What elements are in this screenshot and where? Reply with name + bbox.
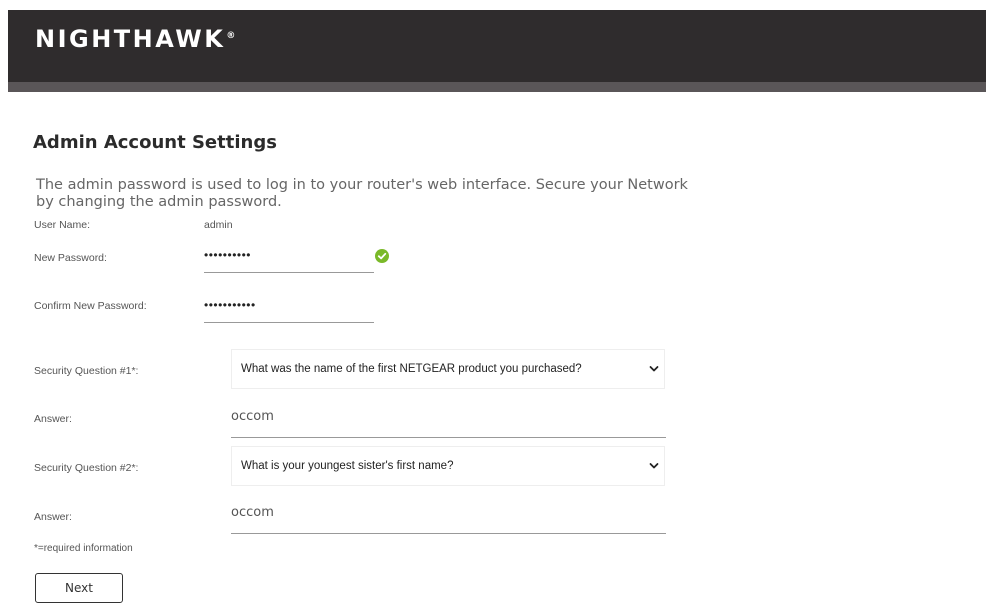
answer-1-input[interactable]: occom [231, 407, 666, 438]
required-info-note: *=required information [34, 543, 133, 554]
user-name-label: User Name: [34, 219, 91, 231]
confirm-password-value: ••••••••••• [204, 298, 256, 312]
answer-1-label: Answer: [34, 413, 72, 425]
answer-2-input[interactable]: occom [231, 503, 666, 534]
security-question-2-value: What is your youngest sister's first nam… [241, 460, 454, 472]
security-question-1-value: What was the name of the first NETGEAR p… [241, 363, 582, 375]
answer-2-value: occom [231, 505, 274, 520]
security-question-1-select[interactable]: What was the name of the first NETGEAR p… [231, 349, 665, 389]
confirm-password-input[interactable]: ••••••••••• [204, 298, 374, 323]
security-question-2-label: Security Question #2*: [34, 462, 139, 474]
user-name-value: admin [204, 219, 233, 231]
new-password-label: New Password: [34, 252, 107, 264]
check-circle-icon [375, 249, 389, 263]
confirm-password-label: Confirm New Password: [34, 300, 147, 312]
new-password-input[interactable]: •••••••••• [204, 248, 374, 273]
nighthawk-logo: NIGHTHAWK® [35, 25, 235, 53]
security-question-1-label: Security Question #1*: [34, 365, 139, 377]
page-title: Admin Account Settings [33, 132, 277, 153]
logo-text: NIGHTHAWK [35, 25, 226, 53]
security-question-2-select[interactable]: What is your youngest sister's first nam… [231, 446, 665, 486]
chevron-down-icon [649, 366, 659, 372]
next-button[interactable]: Next [35, 573, 123, 603]
new-password-value: •••••••••• [204, 248, 252, 262]
page-description: The admin password is used to log in to … [36, 177, 688, 210]
answer-2-label: Answer: [34, 511, 72, 523]
chevron-down-icon [649, 463, 659, 469]
header-band [8, 82, 986, 92]
answer-1-value: occom [231, 409, 274, 424]
logo-registered-mark: ® [226, 31, 236, 41]
